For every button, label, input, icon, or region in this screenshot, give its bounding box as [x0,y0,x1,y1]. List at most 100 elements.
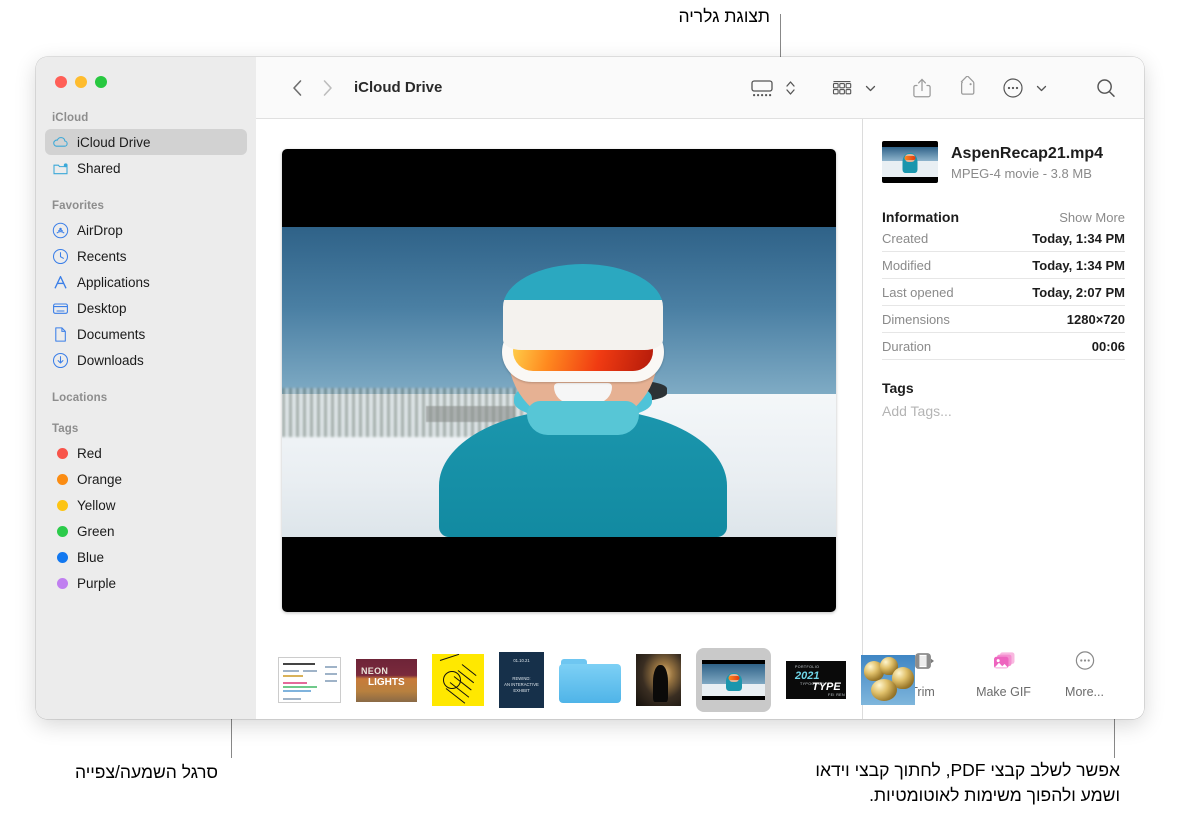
info-value: 00:06 [1091,338,1125,354]
list-item[interactable] [559,654,621,706]
list-item[interactable] [636,654,681,706]
dark-portrait-thumbnail [636,654,681,706]
desktop-icon [52,300,69,317]
type-word-label: TYPE [812,681,841,693]
navy-line-2: REWIND: [512,676,531,681]
file-meta: MPEG-4 movie - 3.8 MB [951,165,1092,181]
sidebar-item-airdrop[interactable]: AirDrop [45,217,247,243]
list-item[interactable]: PORTFOLIO 2021 TYPOGRAPHY TYPE FEI REN [786,654,846,706]
type-author-label: FEI REN [828,693,845,697]
sidebar-item-label: AirDrop [77,222,123,238]
sidebar-item-shared[interactable]: Shared [45,155,247,181]
info-key: Last opened [882,284,954,300]
sidebar-item-documents[interactable]: Documents [45,321,247,347]
sidebar-section-header-favorites: Favorites [52,200,105,212]
list-item[interactable] [278,654,341,706]
file-name: AspenRecap21.mp4 [951,144,1104,162]
close-button[interactable] [55,76,67,88]
info-row-modified: Modified Today, 1:34 PM [882,252,1125,279]
sidebar-item-label: Red [77,445,102,461]
navy-line-1: 01.10.21 [513,658,530,663]
cloud-icon [52,134,69,151]
sidebar-item-icloud-drive[interactable]: iCloud Drive [45,129,247,155]
sidebar-item-tag-blue[interactable]: Blue [45,544,247,570]
tag-dot-orange-icon [52,471,69,488]
navy-line-4: EXHIBIT [513,688,530,693]
clock-icon [52,248,69,265]
aspen-recap-video-thumbnail [702,660,765,700]
view-options-group [745,71,800,105]
view-stepper-button[interactable] [781,71,800,105]
info-row-last-opened: Last opened Today, 2:07 PM [882,279,1125,306]
video-preview[interactable] [282,148,836,612]
sidebar-item-label: Recents [77,248,127,264]
add-tags-input[interactable]: Add Tags... [882,403,1125,419]
show-more-button[interactable]: Show More [1059,210,1125,225]
annotation-playback-bar: סרגל השמעה/צפייה [74,762,218,782]
group-by-button[interactable] [826,71,858,105]
sidebar-item-label: Desktop [77,300,127,316]
sidebar-item-label: Yellow [77,497,116,513]
sidebar-item-tag-red[interactable]: Red [45,440,247,466]
more-chevron-down-icon[interactable] [1031,71,1052,105]
content-area: NEON LIGHTS 01.10.21 REWIND: AN INTERACT… [256,119,1144,719]
search-icon[interactable] [1090,71,1122,105]
sidebar-item-applications[interactable]: Applications [45,269,247,295]
info-value: 1280×720 [1066,311,1125,327]
minimize-button[interactable] [75,76,87,88]
information-header: Information Show More [882,209,1125,225]
information-title: Information [882,209,959,225]
shared-folder-icon [52,160,69,177]
more-circle-icon[interactable] [997,71,1029,105]
gold-balloons-thumbnail [861,655,915,705]
sidebar-section-header-locations: Locations [52,392,108,404]
list-item[interactable] [432,654,484,706]
list-item-selected[interactable] [696,648,771,712]
sidebar-item-recents[interactable]: Recents [45,243,247,269]
info-key: Dimensions [882,311,950,327]
sidebar-item-label: Shared [77,160,121,176]
navy-line-3: AN INTERACTIVE [504,682,539,687]
file-thumbnail [882,141,938,183]
make-gif-action-button[interactable]: Make GIF [966,649,1042,699]
sidebar-item-downloads[interactable]: Downloads [45,347,247,373]
sidebar-item-tag-purple[interactable]: Purple [45,570,247,596]
sidebar-item-label: Purple [77,575,117,591]
sidebar-item-desktop[interactable]: Desktop [45,295,247,321]
forward-button[interactable] [312,73,342,103]
document-icon [52,326,69,343]
sidebar-item-label: Documents [77,326,146,342]
info-key: Created [882,230,929,246]
tag-button[interactable] [951,71,983,105]
info-value: Today, 1:34 PM [1032,257,1125,273]
chevron-down-icon[interactable] [860,71,881,105]
gallery-view-button[interactable] [745,71,779,105]
toolbar: iCloud Drive [256,57,1144,119]
action-label: More... [1065,685,1104,699]
filmstrip[interactable]: NEON LIGHTS 01.10.21 REWIND: AN INTERACT… [256,641,915,719]
sidebar-item-tag-green[interactable]: Green [45,518,247,544]
leader-line-gallery-view [780,14,782,57]
window-title: iCloud Drive [354,79,443,96]
sidebar-item-label: Downloads [77,352,144,368]
list-item[interactable]: 01.10.21 REWIND: AN INTERACTIVE EXHIBIT [499,652,544,708]
gallery-viewer: NEON LIGHTS 01.10.21 REWIND: AN INTERACT… [256,119,915,719]
make-gif-icon [988,649,1020,678]
neon-text-b: LIGHTS [368,676,405,688]
finder-window: iCloud iCloud Drive Shared Favorites Air… [36,57,1144,719]
more-action-button[interactable]: More... [1047,649,1123,699]
info-value: Today, 2:07 PM [1032,284,1125,300]
sidebar-item-tag-orange[interactable]: Orange [45,466,247,492]
list-item[interactable]: NEON LIGHTS [356,654,417,706]
annotation-quick-actions: אפשר לשלב קבצי PDF, לחתוך קבצי וידאו ושמ… [815,760,1120,806]
zoom-button[interactable] [95,76,107,88]
list-item[interactable] [861,654,915,706]
more-actions-group [997,71,1052,105]
info-row-created: Created Today, 1:34 PM [882,225,1125,252]
tag-dot-green-icon [52,523,69,540]
share-button[interactable] [907,71,937,105]
tag-dot-yellow-icon [52,497,69,514]
ski-scene-illustration [282,226,836,537]
back-button[interactable] [282,73,312,103]
sidebar-item-tag-yellow[interactable]: Yellow [45,492,247,518]
